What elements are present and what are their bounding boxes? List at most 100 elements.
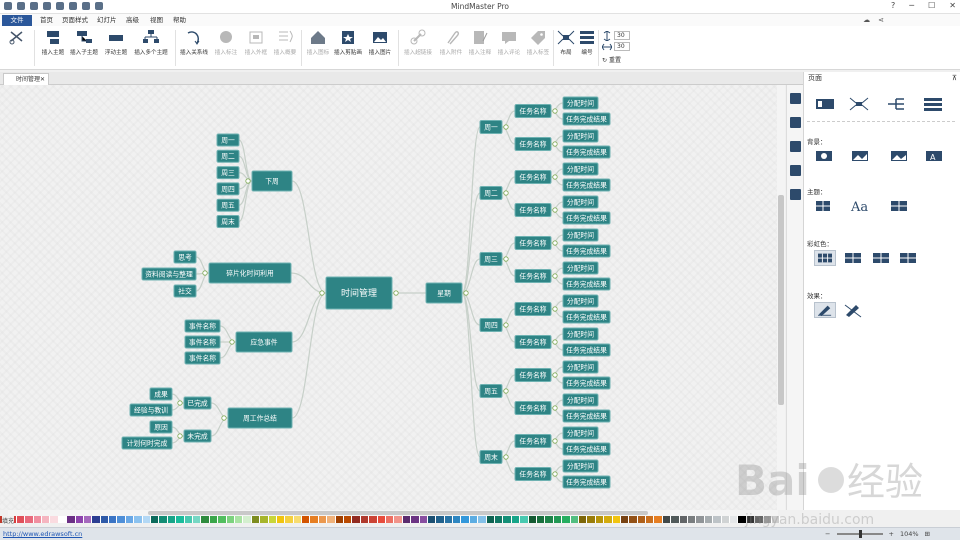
vertical-spacing-input[interactable]: 30 xyxy=(614,31,630,40)
layout-option-2[interactable] xyxy=(848,96,870,112)
color-swatch[interactable] xyxy=(125,516,135,523)
task-name-node[interactable]: 任务名称 xyxy=(514,401,552,415)
collapse-toggle[interactable] xyxy=(552,339,558,345)
color-swatch[interactable] xyxy=(562,516,571,523)
collapse-toggle[interactable] xyxy=(503,322,509,328)
color-swatch[interactable] xyxy=(637,516,647,523)
fragment-time-branch-node[interactable]: 碎片化时间利用 xyxy=(208,262,292,284)
cut-icon[interactable] xyxy=(8,29,26,46)
minimize-button[interactable]: ─ xyxy=(909,1,914,10)
collapse-toggle[interactable] xyxy=(552,174,558,180)
allocate-time-node[interactable]: 分配时间 xyxy=(562,228,599,242)
allocate-time-node[interactable]: 分配时间 xyxy=(562,162,599,176)
clipart-library-icon[interactable] xyxy=(789,165,801,176)
fragment-time-node[interactable]: 社交 xyxy=(173,284,197,298)
task-result-node[interactable]: 任务完成结果 xyxy=(562,442,611,456)
color-swatch[interactable] xyxy=(528,516,537,523)
weekday-node[interactable]: 周四 xyxy=(479,318,503,332)
rainbow-option-1[interactable] xyxy=(814,250,836,266)
emergency-branch-node[interactable]: 应急事件 xyxy=(235,331,293,353)
task-name-node[interactable]: 任务名称 xyxy=(514,269,552,283)
next-week-branch-node[interactable]: 下周 xyxy=(251,170,293,192)
color-swatch[interactable] xyxy=(226,516,235,523)
allocate-time-node[interactable]: 分配时间 xyxy=(562,195,599,209)
color-swatch[interactable] xyxy=(335,516,345,523)
color-swatch[interactable] xyxy=(427,516,437,523)
task-result-node[interactable]: 任务完成结果 xyxy=(562,343,611,357)
collapse-toggle[interactable] xyxy=(552,471,558,477)
cloud-icon[interactable]: ☁ xyxy=(863,16,870,24)
color-swatch[interactable] xyxy=(100,516,110,523)
insert-callout-button[interactable]: 插入标注 xyxy=(212,29,240,56)
color-swatch[interactable] xyxy=(302,516,311,523)
color-swatch[interactable] xyxy=(545,516,554,523)
outline-icon[interactable] xyxy=(789,117,801,128)
allocate-time-node[interactable]: 分配时间 xyxy=(562,459,599,473)
color-swatch[interactable] xyxy=(503,516,512,523)
color-swatch[interactable] xyxy=(293,516,303,523)
tab-slides[interactable]: 幻灯片 xyxy=(97,15,117,26)
theme-color-button[interactable] xyxy=(888,198,910,214)
allocate-time-node[interactable]: 分配时间 xyxy=(562,327,599,341)
task-icon[interactable] xyxy=(789,189,801,200)
collapse-toggle[interactable] xyxy=(221,415,227,421)
color-swatch[interactable] xyxy=(25,516,34,523)
color-swatch[interactable] xyxy=(352,516,361,523)
collapse-toggle[interactable] xyxy=(177,433,183,439)
rainbow-option-2[interactable] xyxy=(842,250,864,266)
color-swatch[interactable] xyxy=(461,516,470,523)
collapse-toggle[interactable] xyxy=(503,454,509,460)
color-swatch[interactable] xyxy=(620,516,630,523)
color-swatch[interactable] xyxy=(511,516,521,523)
task-result-node[interactable]: 任务完成结果 xyxy=(562,178,611,192)
task-result-node[interactable]: 任务完成结果 xyxy=(562,277,611,291)
insert-summary-button[interactable]: 插入概要 xyxy=(271,29,299,56)
weekly-summary-branch-node[interactable]: 周工作总结 xyxy=(227,407,293,429)
zoom-slider[interactable] xyxy=(836,530,883,538)
color-swatch[interactable] xyxy=(570,516,579,523)
task-name-node[interactable]: 任务名称 xyxy=(514,302,552,316)
color-swatch[interactable] xyxy=(738,516,747,523)
insert-clipart-button[interactable]: 插入剪贴画 xyxy=(333,29,363,56)
reset-button[interactable]: ↻ 重置 xyxy=(602,55,621,64)
color-swatch[interactable] xyxy=(402,516,412,523)
collapse-toggle[interactable] xyxy=(463,290,469,296)
task-name-node[interactable]: 任务名称 xyxy=(514,170,552,184)
insert-subtopic-button[interactable]: 插入子主题 xyxy=(68,29,100,56)
color-swatch[interactable] xyxy=(67,516,76,523)
insert-comment-button[interactable]: 插入评论 xyxy=(495,29,523,56)
task-result-node[interactable]: 任务完成结果 xyxy=(562,409,611,423)
mindmap-canvas[interactable]: 分配时间 任务完成结果 任务名称 分配时间 任务完成结果 任务名称 周一 分配时间 任务完成结果… xyxy=(0,85,785,510)
color-swatch[interactable] xyxy=(662,516,672,523)
collapse-toggle[interactable] xyxy=(503,388,509,394)
color-swatch[interactable] xyxy=(679,516,689,523)
color-swatch[interactable] xyxy=(537,516,546,523)
insert-tag-button[interactable]: 插入标签 xyxy=(524,29,552,56)
collapse-toggle[interactable] xyxy=(202,270,208,276)
weekday-node[interactable]: 周三 xyxy=(479,252,503,266)
layout-option-4[interactable] xyxy=(922,96,944,112)
summary-detail-node[interactable]: 原因 xyxy=(149,420,173,434)
next-week-day-node[interactable]: 周二 xyxy=(216,149,240,163)
color-swatch[interactable] xyxy=(285,516,294,523)
layout-option-3[interactable] xyxy=(886,96,908,112)
insert-attachment-button[interactable]: 插入附件 xyxy=(437,29,465,56)
document-tab[interactable]: 时间管理 ✕ xyxy=(3,73,49,85)
tab-help[interactable]: 帮助 xyxy=(173,15,186,26)
summary-status-node[interactable]: 未完成 xyxy=(183,429,212,443)
color-swatch[interactable] xyxy=(453,516,462,523)
maximize-button[interactable]: ☐ xyxy=(928,1,935,10)
summary-detail-node[interactable]: 经验与教训 xyxy=(129,403,173,417)
color-swatch[interactable] xyxy=(704,516,714,523)
emergency-event-node[interactable]: 事件名称 xyxy=(184,319,221,333)
color-swatch[interactable] xyxy=(117,516,126,523)
task-name-node[interactable]: 任务名称 xyxy=(514,368,552,382)
emergency-event-node[interactable]: 事件名称 xyxy=(184,351,221,365)
allocate-time-node[interactable]: 分配时间 xyxy=(562,294,599,308)
color-swatch[interactable] xyxy=(234,516,244,523)
collapse-toggle[interactable] xyxy=(319,290,325,296)
color-swatch[interactable] xyxy=(587,516,596,523)
hand-drawn-effect-off[interactable] xyxy=(842,302,864,318)
task-name-node[interactable]: 任务名称 xyxy=(514,335,552,349)
weekday-node[interactable]: 周五 xyxy=(479,384,503,398)
